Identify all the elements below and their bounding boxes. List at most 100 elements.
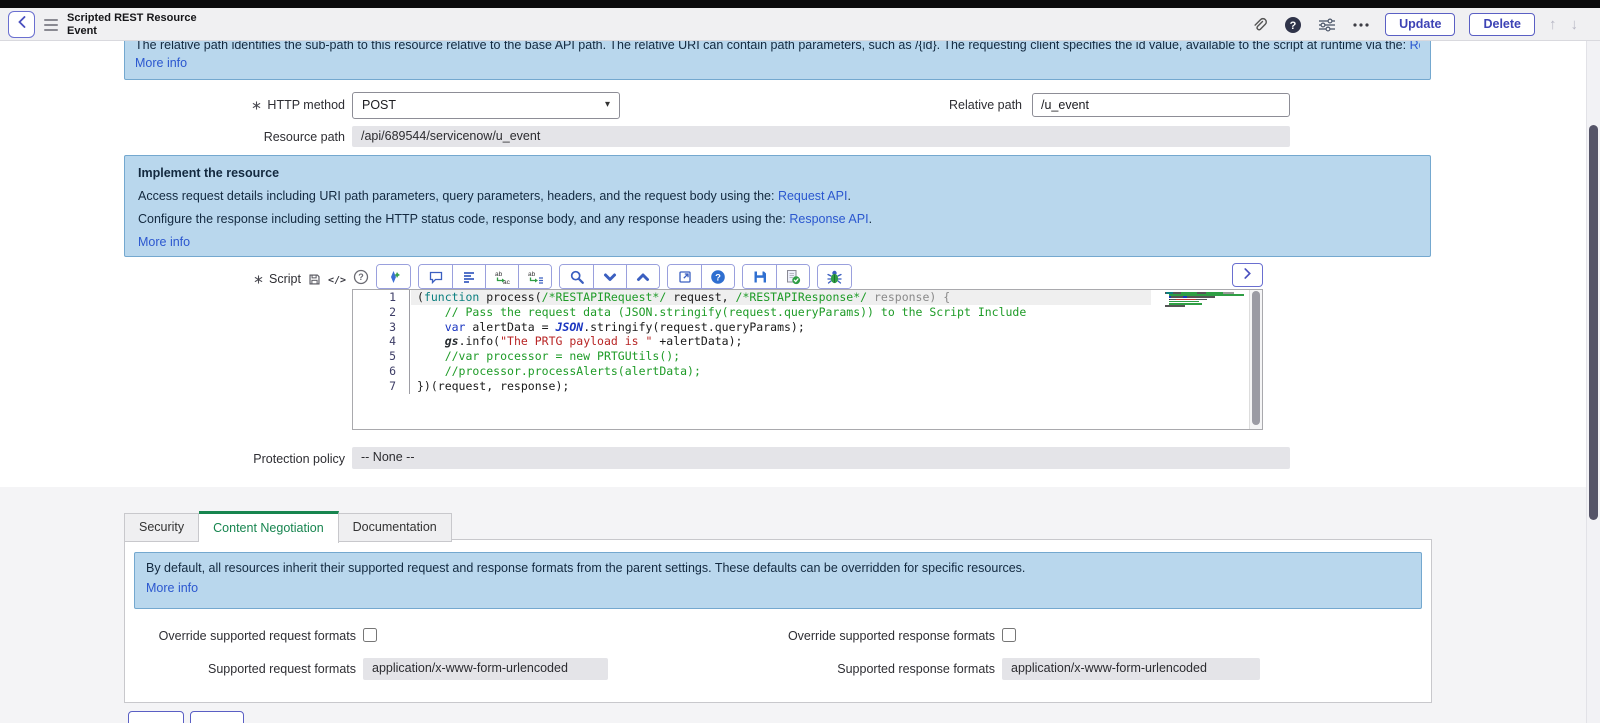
- implement-resource-title: Implement the resource: [138, 166, 1417, 180]
- page-scrollbar-thumb[interactable]: [1589, 125, 1598, 520]
- code-line[interactable]: 4 gs.info("The PRTG payload is " +alertD…: [353, 334, 1262, 349]
- line-number: 6: [353, 364, 410, 379]
- help-icon[interactable]: ?: [1283, 15, 1303, 35]
- formats-info-text: By default, all resources inherit their …: [146, 561, 1410, 575]
- override-response-formats-checkbox[interactable]: [1002, 628, 1016, 642]
- content-negotiation-panel: By default, all resources inherit their …: [124, 539, 1432, 703]
- supported-request-formats-value: application/x-www-form-urlencoded: [363, 658, 608, 680]
- implement-resource-info-box: Implement the resource Access request de…: [124, 155, 1431, 257]
- script-label: Script </>: [124, 272, 346, 289]
- svg-text:?: ?: [1290, 20, 1297, 32]
- script-editor-toolbar: ?abacab?: [352, 264, 852, 289]
- tab-documentation[interactable]: Documentation: [339, 513, 452, 542]
- supported-response-formats-label: Supported response formats: [705, 662, 995, 677]
- svg-text:?: ?: [715, 272, 721, 283]
- browser-top-strip: [0, 0, 1600, 8]
- save-script-icon[interactable]: [743, 265, 776, 288]
- editor-scrollbar-thumb[interactable]: [1252, 291, 1260, 425]
- format-code-icon[interactable]: [377, 265, 410, 288]
- mandatory-icon: [254, 273, 263, 287]
- chevron-right-icon: [1243, 268, 1252, 279]
- toolbar-group: [376, 264, 411, 289]
- comment-icon[interactable]: [419, 265, 452, 288]
- delete-button[interactable]: Delete: [1469, 13, 1535, 36]
- toolbar-group: ?: [667, 264, 735, 289]
- editor-help-blue-icon[interactable]: ?: [701, 265, 734, 288]
- relative-path-label: Relative path: [800, 98, 1022, 113]
- page-scrollbar[interactable]: [1586, 41, 1600, 723]
- replace-all-icon[interactable]: ab: [518, 265, 551, 288]
- form-context-menu-icon[interactable]: [44, 19, 58, 34]
- protection-policy-label: Protection policy: [124, 452, 345, 467]
- code-line[interactable]: 2 // Pass the request data (JSON.stringi…: [353, 305, 1262, 320]
- editor-help-icon[interactable]: ?: [352, 268, 369, 285]
- bottom-update-button[interactable]: [128, 711, 184, 723]
- implement-resource-line2: Configure the response including setting…: [138, 212, 1417, 226]
- more-options-icon[interactable]: [1351, 15, 1371, 35]
- svg-text:ab: ab: [495, 271, 503, 278]
- more-info-link[interactable]: More info: [135, 56, 187, 70]
- debug-icon[interactable]: [818, 265, 851, 288]
- tab-content-negotiation[interactable]: Content Negotiation: [199, 511, 339, 543]
- attachment-icon[interactable]: [1249, 15, 1269, 35]
- previous-record-icon[interactable]: ↑: [1549, 16, 1557, 33]
- mandatory-icon: [252, 99, 261, 114]
- find-next-icon[interactable]: [593, 265, 626, 288]
- replace-icon[interactable]: abac: [485, 265, 518, 288]
- svg-text:?: ?: [358, 272, 364, 282]
- find-previous-icon[interactable]: [626, 265, 659, 288]
- code-line[interactable]: 6 //processor.processAlerts(alertData);: [353, 364, 1262, 379]
- http-method-select[interactable]: POST ▾: [352, 92, 620, 119]
- page-title: Scripted REST Resource Event: [67, 12, 197, 37]
- search-icon[interactable]: [560, 265, 593, 288]
- scripted-rest-resource-form: Scripted REST Resource Event ? Update De…: [0, 0, 1600, 723]
- format-lines-icon[interactable]: [452, 265, 485, 288]
- syntax-check-icon[interactable]: [776, 265, 809, 288]
- code-icon[interactable]: </>: [328, 275, 346, 286]
- toolbar-group: [559, 264, 660, 289]
- page-title-line1: Scripted REST Resource: [67, 12, 197, 25]
- override-request-formats-checkbox[interactable]: [363, 628, 377, 642]
- page-title-line2: Event: [67, 25, 197, 38]
- override-request-formats-label: Override supported request formats: [134, 629, 356, 644]
- formats-info-box: By default, all resources inherit their …: [134, 552, 1422, 609]
- line-number: 1: [353, 290, 410, 305]
- code-minimap: [1165, 292, 1245, 307]
- svg-text:ac: ac: [503, 279, 511, 285]
- code-line[interactable]: 7})(request, response);: [353, 379, 1262, 394]
- more-info-link[interactable]: More info: [138, 235, 190, 249]
- more-info-link[interactable]: More info: [146, 581, 198, 595]
- tab-strip: SecurityContent NegotiationDocumentation: [124, 511, 452, 542]
- editor-scrollbar[interactable]: [1249, 290, 1262, 429]
- resource-path-value: /api/689544/servicenow/u_event: [352, 126, 1290, 147]
- bottom-delete-button[interactable]: [190, 711, 244, 723]
- update-button[interactable]: Update: [1385, 13, 1455, 36]
- tab-security[interactable]: Security: [124, 513, 199, 542]
- line-number: 7: [353, 379, 410, 394]
- code-line[interactable]: 5 //var processor = new PRTGUtils();: [353, 349, 1262, 364]
- relative-path-input[interactable]: [1032, 93, 1290, 117]
- chevron-down-icon: ▾: [605, 99, 610, 110]
- code-line[interactable]: 3 var alertData = JSON.stringify(request…: [353, 320, 1262, 335]
- toolbar-group: abacab: [418, 264, 552, 289]
- save-icon[interactable]: [308, 273, 321, 289]
- svg-text:ab: ab: [528, 271, 536, 278]
- protection-policy-value: -- None --: [352, 447, 1290, 469]
- code-line[interactable]: 1(function process(/*RESTAPIRequest*/ re…: [353, 290, 1262, 305]
- expand-editor-button[interactable]: [1232, 263, 1263, 287]
- toolbar-group: [742, 264, 810, 289]
- line-number: 5: [353, 349, 410, 364]
- response-api-link[interactable]: Response API: [789, 212, 868, 226]
- personalize-form-icon[interactable]: [1317, 15, 1337, 35]
- line-number: 2: [353, 305, 410, 320]
- chevron-left-icon: [17, 16, 27, 28]
- next-record-icon[interactable]: ↓: [1571, 16, 1579, 33]
- override-response-formats-label: Override supported response formats: [705, 629, 995, 644]
- open-window-icon[interactable]: [668, 265, 701, 288]
- line-number: 4: [353, 334, 410, 349]
- form-header: Scripted REST Resource Event ? Update De…: [0, 8, 1600, 41]
- back-button[interactable]: [8, 11, 35, 38]
- script-code-editor[interactable]: 1(function process(/*RESTAPIRequest*/ re…: [352, 289, 1263, 430]
- request-api-link[interactable]: Request API: [778, 189, 848, 203]
- resource-path-label: Resource path: [124, 130, 345, 145]
